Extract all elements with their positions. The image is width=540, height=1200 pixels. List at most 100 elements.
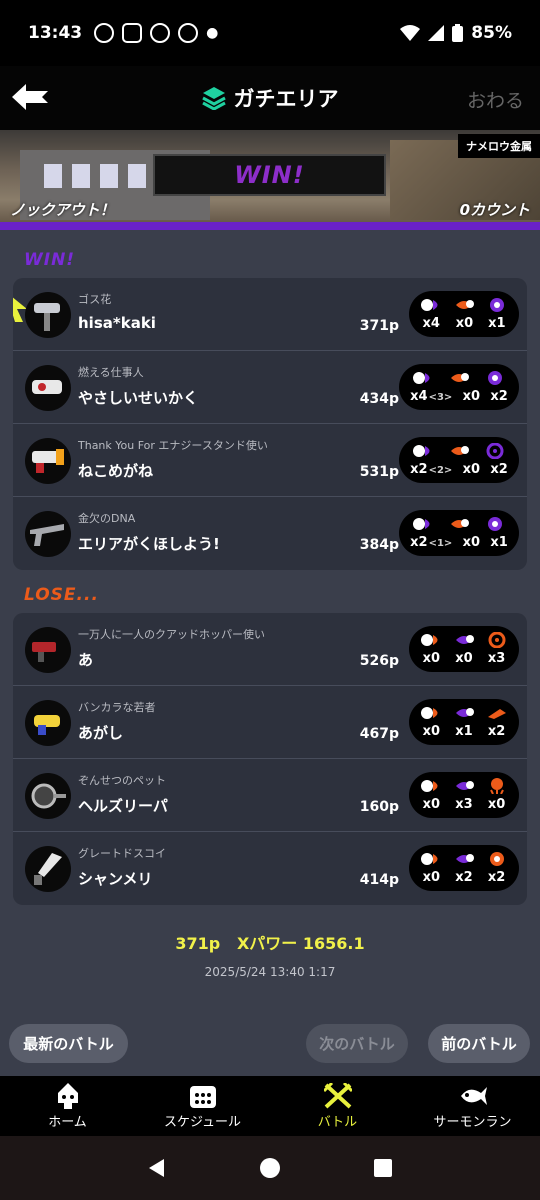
cat-icon [178, 23, 199, 43]
kill-value: x2 [410, 462, 428, 477]
player-stats: x2<2> x0 x2 [399, 437, 519, 483]
tab-home[interactable]: ホーム [0, 1076, 135, 1136]
notification-icons: ● [94, 23, 218, 43]
recents-icon[interactable] [372, 1157, 394, 1179]
summary-points: 371p [175, 934, 221, 953]
line-icon [150, 23, 171, 43]
player-name: hisa*kaki [78, 314, 156, 332]
death-icon [453, 297, 475, 313]
splat-zones-icon [201, 87, 226, 110]
player-row[interactable]: ぞんせつのペット ヘルズリーパ 160p x0 x3 x0 [13, 759, 527, 832]
player-row[interactable]: グレートドスコイ シャンメリ 414p x0 x2 x2 [13, 832, 527, 905]
bottom-tab-bar: ホーム スケジュール バトル サーモンラン [0, 1076, 540, 1136]
tab-salmon-run[interactable]: サーモンラン [405, 1076, 540, 1136]
player-name: エリアがくほしよう! [78, 535, 220, 553]
death-icon [448, 516, 470, 532]
brella-weapon-icon [31, 783, 66, 809]
special-icon [486, 778, 508, 795]
special-icon [484, 516, 506, 532]
kill-icon [412, 516, 434, 532]
charger-weapon-icon [30, 524, 64, 546]
back-arrow-icon[interactable] [12, 84, 48, 110]
player-title: 金欠のDNA [78, 512, 136, 525]
player-title: 燃える仕事人 [78, 366, 144, 379]
player-row[interactable]: ゴス花 hisa*kaki 371p x4 x0 x1 [13, 278, 527, 351]
tab-battle[interactable]: バトル [270, 1076, 405, 1136]
stage-banner: WIN! ナメロウ金属 ノックアウト！ 0カウント [0, 130, 540, 230]
squid-icon [57, 1082, 78, 1109]
turf-points: 434p [359, 391, 399, 407]
brush-weapon-icon [34, 853, 62, 885]
death-icon [448, 370, 470, 386]
count-label: 0カウント [459, 201, 530, 219]
previous-battle-button[interactable]: 前のバトル [428, 1024, 530, 1063]
special-icon [486, 631, 508, 649]
player-row[interactable]: 一万人に一人のクアッドホッパー使い あ 526p x0 x0 x3 [13, 613, 527, 686]
blaster-weapon-icon [32, 449, 64, 473]
building-window [100, 164, 118, 188]
player-row[interactable]: Thank You For エナジースタンド使い ねこめがね 531p x2<2… [13, 424, 527, 497]
player-stats: x0 x3 x0 [409, 772, 519, 818]
building-window [72, 164, 90, 188]
death-count: x0 [462, 535, 481, 550]
match-summary: 371p Xパワー 1656.1 [0, 930, 540, 954]
slosher-weapon-icon [32, 380, 62, 394]
win-team-label: WIN! [24, 250, 76, 270]
tab-schedule[interactable]: スケジュール [135, 1076, 270, 1136]
shooter-weapon-icon [34, 715, 60, 735]
special-icon [486, 705, 508, 721]
weapon-avatar [25, 773, 71, 819]
death-count: x0 [462, 462, 481, 477]
lose-team-label: LOSE... [24, 585, 99, 605]
result-content[interactable]: WIN! ゴス花 hisa*kaki 371p x4 x0 x1 燃える仕事人 … [0, 230, 540, 1075]
dualies-weapon-icon [32, 642, 56, 662]
weapon-avatar [25, 627, 71, 673]
special-count: x2 [487, 724, 506, 739]
death-icon [453, 705, 475, 721]
special-count: x2 [490, 462, 508, 477]
turf-points: 531p [359, 464, 399, 480]
wifi-icon [400, 25, 421, 41]
assist-value: <1> [428, 538, 453, 549]
back-icon[interactable] [146, 1157, 168, 1179]
crossed-weapons-icon [323, 1082, 352, 1108]
assist-value: <2> [428, 465, 453, 476]
kill-count: x4 [422, 316, 440, 331]
roller-weapon-icon [34, 303, 60, 331]
latest-battle-button[interactable]: 最新のバトル [9, 1024, 128, 1063]
kill-icon [420, 632, 442, 648]
knockout-label: ノックアウト！ [10, 201, 115, 219]
player-title: ゴス花 [78, 293, 112, 306]
player-name: ヘルズリーパ [78, 797, 168, 815]
player-row[interactable]: 燃える仕事人 やさしいせいかく 434p x4<3> x0 x2 [13, 351, 527, 424]
player-row[interactable]: バンカラな若者 あがし 467p x0 x1 x2 [13, 686, 527, 759]
player-stats: x4 x0 x1 [409, 291, 519, 337]
player-row[interactable]: 金欠のDNA エリアがくほしよう! 384p x2<1> x0 x1 [13, 497, 527, 570]
app-bar: ガチエリア おわる [0, 66, 540, 130]
death-icon [453, 851, 475, 867]
weapon-avatar [25, 292, 71, 338]
energy-stand-icon [484, 442, 506, 460]
calendar-icon [189, 1085, 216, 1108]
player-title: ぞんせつのペット [78, 774, 166, 787]
special-icon [484, 370, 506, 386]
assist-value: <3> [428, 392, 453, 403]
kill-count: x4<3> [410, 389, 452, 404]
kill-count: x2<1> [410, 535, 452, 550]
special-count: x2 [487, 870, 506, 885]
kill-icon [412, 443, 434, 459]
copy-icon [122, 23, 143, 43]
death-icon [448, 443, 470, 459]
player-name: やさしいせいかく [78, 389, 199, 407]
kill-icon [420, 778, 442, 794]
close-button[interactable]: おわる [467, 86, 524, 113]
weapon-avatar [25, 511, 71, 557]
kill-icon [420, 851, 442, 867]
tab-label: ホーム [48, 1114, 87, 1130]
kill-value: x2 [410, 535, 428, 550]
next-battle-button[interactable]: 次のバトル [306, 1024, 408, 1063]
kill-value: x4 [422, 316, 440, 331]
summary-xpower: Xパワー 1656.1 [236, 934, 365, 953]
page-title: ガチエリア [201, 83, 339, 113]
home-icon[interactable] [259, 1157, 281, 1179]
